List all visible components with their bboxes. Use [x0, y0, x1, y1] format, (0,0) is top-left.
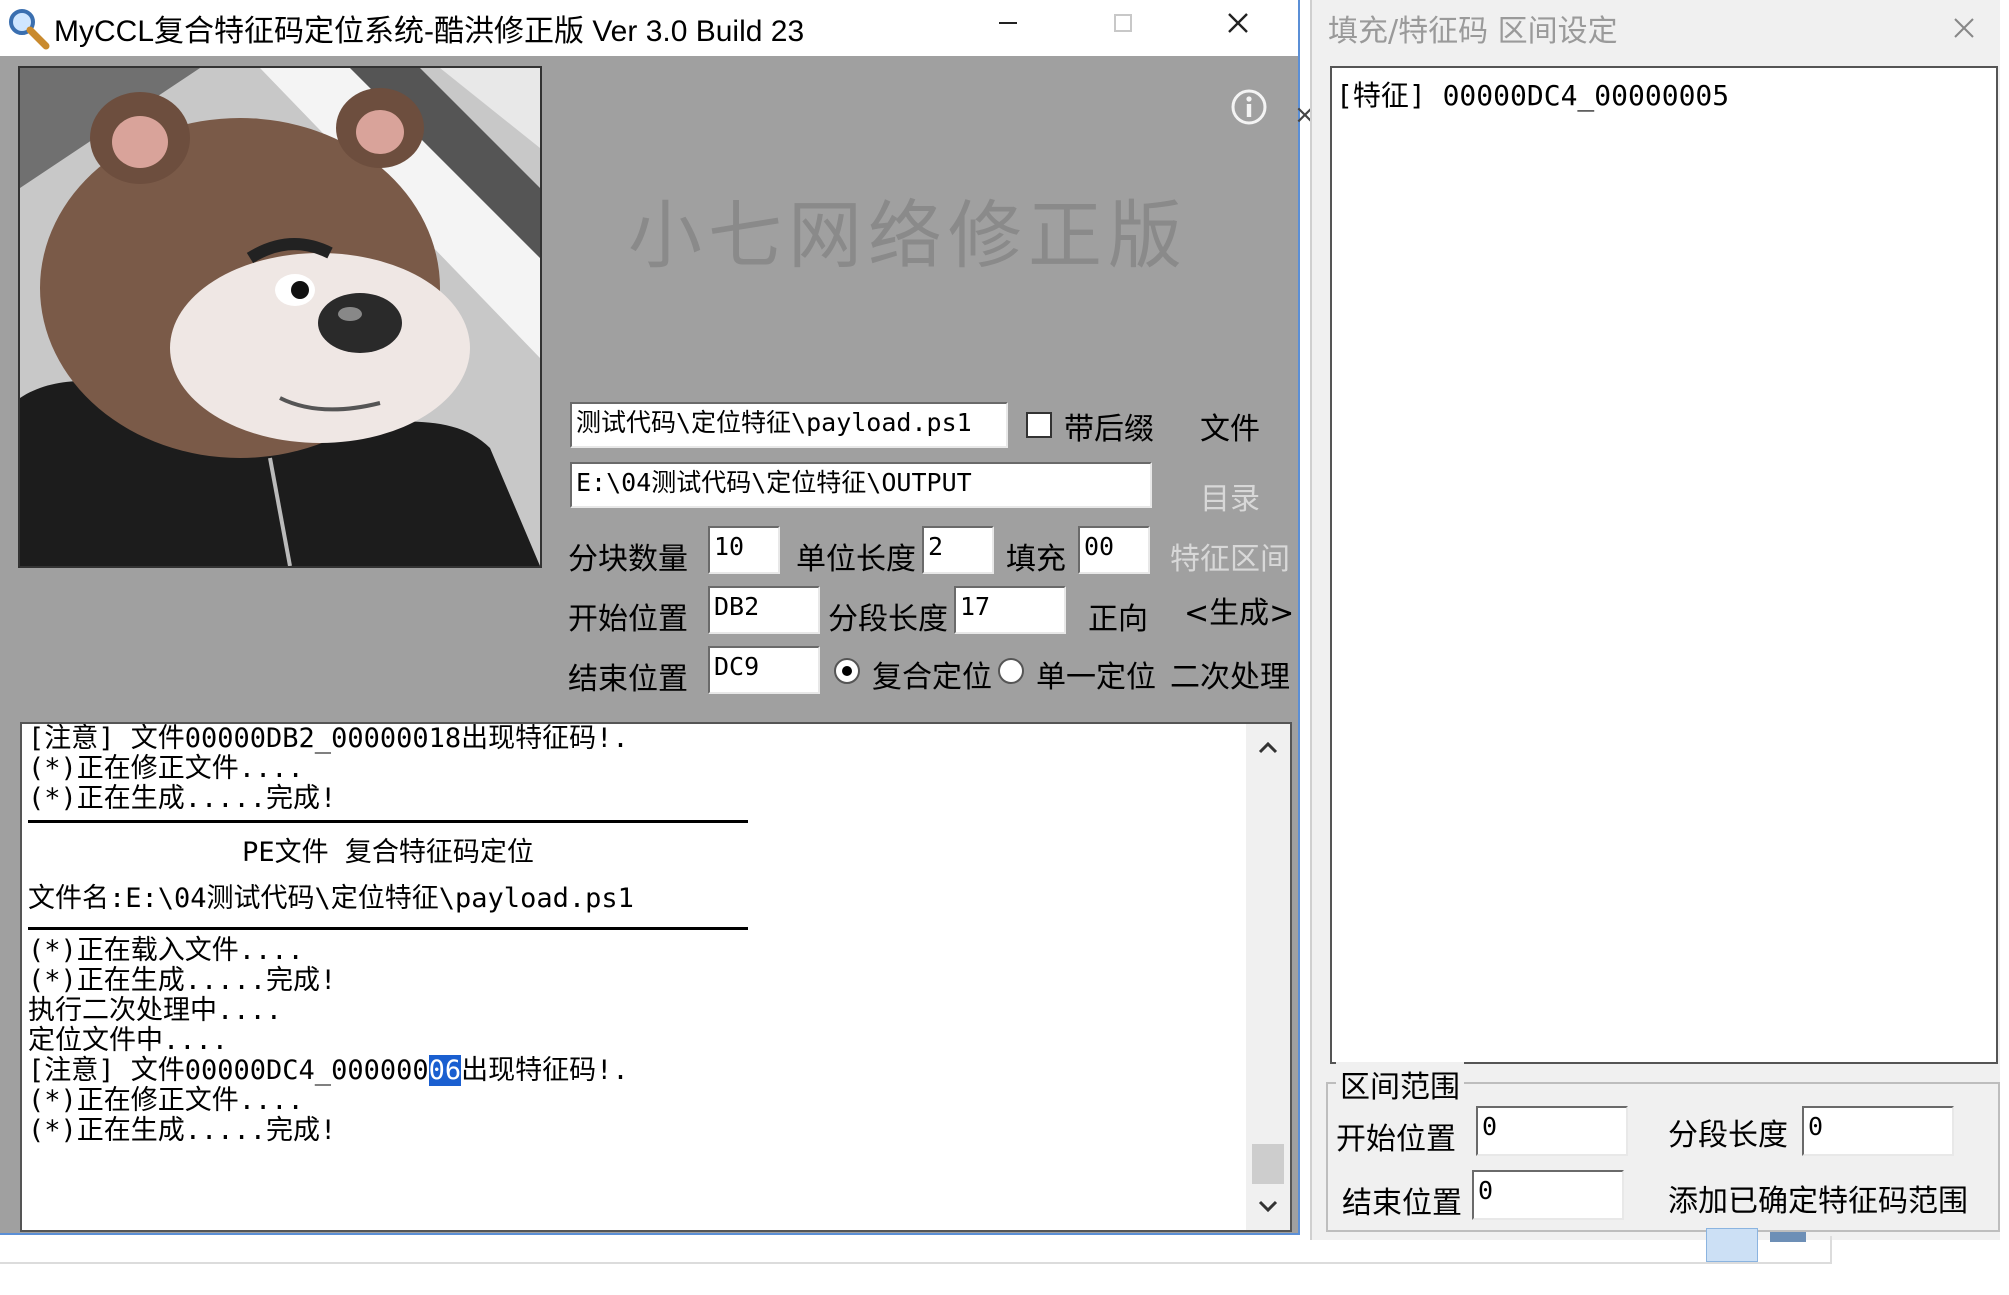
- feature-list-item[interactable]: [特征] 00000DC4_00000005: [1336, 74, 1729, 114]
- range-end-label: 结束位置: [1342, 1186, 1462, 1221]
- bear-avatar-image: [18, 66, 542, 568]
- range-start-label: 开始位置: [1336, 1122, 1456, 1157]
- file-path-input[interactable]: 测试代码\定位特征\payload.ps1: [570, 402, 1008, 448]
- divider: [0, 1262, 1832, 1264]
- log-header: PE文件 复合特征码定位: [242, 837, 534, 868]
- log-line: (*)正在修正文件....: [28, 1085, 304, 1116]
- composite-radio[interactable]: [834, 658, 860, 684]
- log-line: (*)正在载入文件....: [28, 935, 304, 966]
- start-pos-label: 开始位置: [568, 602, 688, 637]
- single-label: 单一定位: [1036, 660, 1156, 695]
- log-text: 出现特征码!.: [461, 1055, 629, 1086]
- output-dir-input[interactable]: E:\04测试代码\定位特征\OUTPUT: [570, 462, 1152, 508]
- log-line: [注意] 文件00000DB2_00000018出现特征码!.: [28, 723, 629, 754]
- block-count-input[interactable]: 10: [708, 526, 780, 574]
- feature-range-button[interactable]: 特征区间: [1170, 534, 1290, 578]
- with-suffix-checkbox[interactable]: [1026, 412, 1052, 438]
- with-suffix-label: 带后缀: [1064, 412, 1154, 447]
- log-line: (*)正在生成.....完成!: [28, 783, 337, 814]
- range-segment-input[interactable]: 0: [1802, 1106, 1954, 1156]
- log-separator: [28, 820, 748, 823]
- maximize-icon: [1114, 14, 1132, 32]
- log-output[interactable]: [注意] 文件00000DB2_00000018出现特征码!. (*)正在修正文…: [20, 722, 1292, 1232]
- chevron-down-icon[interactable]: [1254, 1192, 1282, 1220]
- log-filename: 文件名:E:\04测试代码\定位特征\payload.ps1: [28, 883, 634, 914]
- panel-title: 填充/特征码 区间设定: [1328, 14, 1618, 49]
- generate-button[interactable]: <生成>: [1184, 588, 1294, 632]
- main-window: MyCCL复合特征码定位系统-酷洪修正版 Ver 3.0 Build 23 小七…: [0, 0, 1300, 1235]
- log-line: (*)正在生成.....完成!: [28, 1115, 337, 1146]
- close-icon: [1954, 18, 1974, 38]
- log-line-highlighted: [注意] 文件00000DC4_00000006出现特征码!.: [28, 1055, 1258, 1086]
- log-separator: [28, 927, 748, 930]
- start-pos-input[interactable]: DB2: [708, 586, 820, 634]
- close-button[interactable]: [1200, 0, 1276, 46]
- log-line: 执行二次处理中....: [28, 995, 283, 1026]
- end-pos-label: 结束位置: [568, 662, 688, 697]
- minimize-icon: [999, 22, 1017, 24]
- file-button[interactable]: 文件: [1200, 404, 1260, 448]
- minimize-button[interactable]: [970, 0, 1046, 46]
- maximize-button[interactable]: [1085, 0, 1161, 46]
- view-detail-icon[interactable]: [1770, 1232, 1806, 1242]
- log-text: [注意] 文件00000DC4_000000: [28, 1055, 429, 1086]
- feature-list[interactable]: [特征] 00000DC4_00000005: [1330, 66, 1998, 1064]
- magnifier-app-icon: [9, 9, 50, 50]
- dir-button[interactable]: 目录: [1200, 474, 1260, 518]
- unit-length-label: 单位长度: [796, 542, 916, 577]
- composite-label: 复合定位: [872, 660, 992, 695]
- fill-label: 填充: [1006, 542, 1066, 577]
- range-group-label: 区间范围: [1336, 1062, 1464, 1106]
- log-scrollbar[interactable]: [1246, 724, 1290, 1230]
- info-icon[interactable]: [1230, 88, 1268, 126]
- segment-length-label: 分段长度: [828, 602, 948, 637]
- chevron-up-icon[interactable]: [1254, 734, 1282, 762]
- log-line: (*)正在生成.....完成!: [28, 965, 337, 996]
- segment-length-input[interactable]: 17: [954, 586, 1066, 634]
- forward-button[interactable]: 正向: [1088, 594, 1148, 638]
- secondary-process-button[interactable]: 二次处理: [1170, 652, 1290, 696]
- fill-input[interactable]: 00: [1078, 526, 1150, 574]
- range-start-input[interactable]: 0: [1476, 1106, 1628, 1156]
- panel-close-button[interactable]: [1942, 6, 1986, 50]
- scroll-thumb[interactable]: [1252, 1144, 1284, 1184]
- title-bar[interactable]: MyCCL复合特征码定位系统-酷洪修正版 Ver 3.0 Build 23: [0, 0, 1298, 56]
- close-icon: [1228, 13, 1248, 33]
- end-pos-input[interactable]: DC9: [708, 646, 820, 694]
- range-settings-panel: 填充/特征码 区间设定 [特征] 00000DC4_00000005 区间范围 …: [1310, 0, 2000, 1240]
- unit-length-input[interactable]: 2: [922, 526, 994, 574]
- log-line: 定位文件中....: [28, 1025, 229, 1056]
- view-list-icon[interactable]: [1706, 1228, 1758, 1262]
- window-title: MyCCL复合特征码定位系统-酷洪修正版 Ver 3.0 Build 23: [54, 15, 805, 48]
- log-line: (*)正在修正文件....: [28, 753, 304, 784]
- range-end-input[interactable]: 0: [1472, 1170, 1624, 1220]
- divider: [1830, 1236, 1832, 1264]
- range-segment-label: 分段长度: [1668, 1118, 1788, 1153]
- block-count-label: 分块数量: [568, 542, 688, 577]
- add-range-button[interactable]: 添加已确定特征码范围: [1668, 1176, 1968, 1220]
- single-radio[interactable]: [998, 658, 1024, 684]
- log-selection: 06: [428, 1055, 462, 1086]
- brand-text: 小七网络修正版: [628, 193, 1188, 279]
